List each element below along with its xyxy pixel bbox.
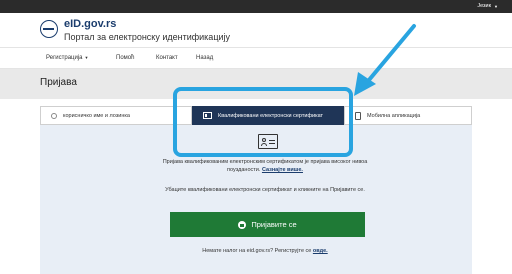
no-account-text: Немате налог на eid.gov.rs? Региструјте … [150,248,380,254]
nav-item-contact[interactable]: Контакт [156,48,178,68]
tab-mobile-app[interactable]: Мобилна апликација [344,106,472,125]
page-title: Пријава [40,77,77,88]
certificate-description: Пријава квалификованим електронским серт… [150,158,380,174]
learn-more-link[interactable]: Сазнајте више. [262,167,303,173]
certificate-instruction: Убаците квалификовани електронски сертиф… [165,187,365,193]
no-account-label: Немате налог на eid.gov.rs? Региструјте … [202,248,312,254]
language-selector[interactable]: Језик ▼ [477,0,498,13]
mobile-phone-icon [355,111,361,120]
tab-username-password[interactable]: корисничко име и лозинка [40,106,192,125]
radio-icon [51,112,57,119]
nav-item-label: Контакт [156,55,178,61]
site-header: eID.gov.rs Портал за електронску идентиф… [0,13,512,47]
pointer-arrow-icon [354,24,416,96]
chevron-down-icon: ▼ [494,4,498,9]
site-subtitle: Портал за електронску идентификацију [64,32,230,42]
nav-item-label: Назад [196,55,214,61]
tab-label: Мобилна апликација [367,112,421,119]
tab-label: корисничко име и лозинка [63,112,130,119]
nav-item-label: Помоћ [116,55,135,61]
login-button[interactable]: Пријавите се [170,212,365,237]
eid-logo-icon[interactable] [40,20,58,38]
register-link[interactable]: овде. [313,248,328,254]
site-title[interactable]: eID.gov.rs [64,18,116,30]
nav-item-label: Регистрација [46,55,83,61]
login-button-label: Пријавите се [251,220,297,229]
nav-item-back[interactable]: Назад [196,48,213,68]
nav-item-registration[interactable]: Регистрација ▼ [46,48,88,68]
highlight-box [173,87,353,157]
top-bar: Језик ▼ [0,0,512,13]
nav-item-help[interactable]: Помоћ [116,48,134,68]
chevron-down-icon: ▼ [84,55,89,60]
language-label: Језик [477,3,492,9]
main-nav: Регистрација ▼ Помоћ Контакт Назад [0,47,512,69]
lock-icon [238,220,247,229]
